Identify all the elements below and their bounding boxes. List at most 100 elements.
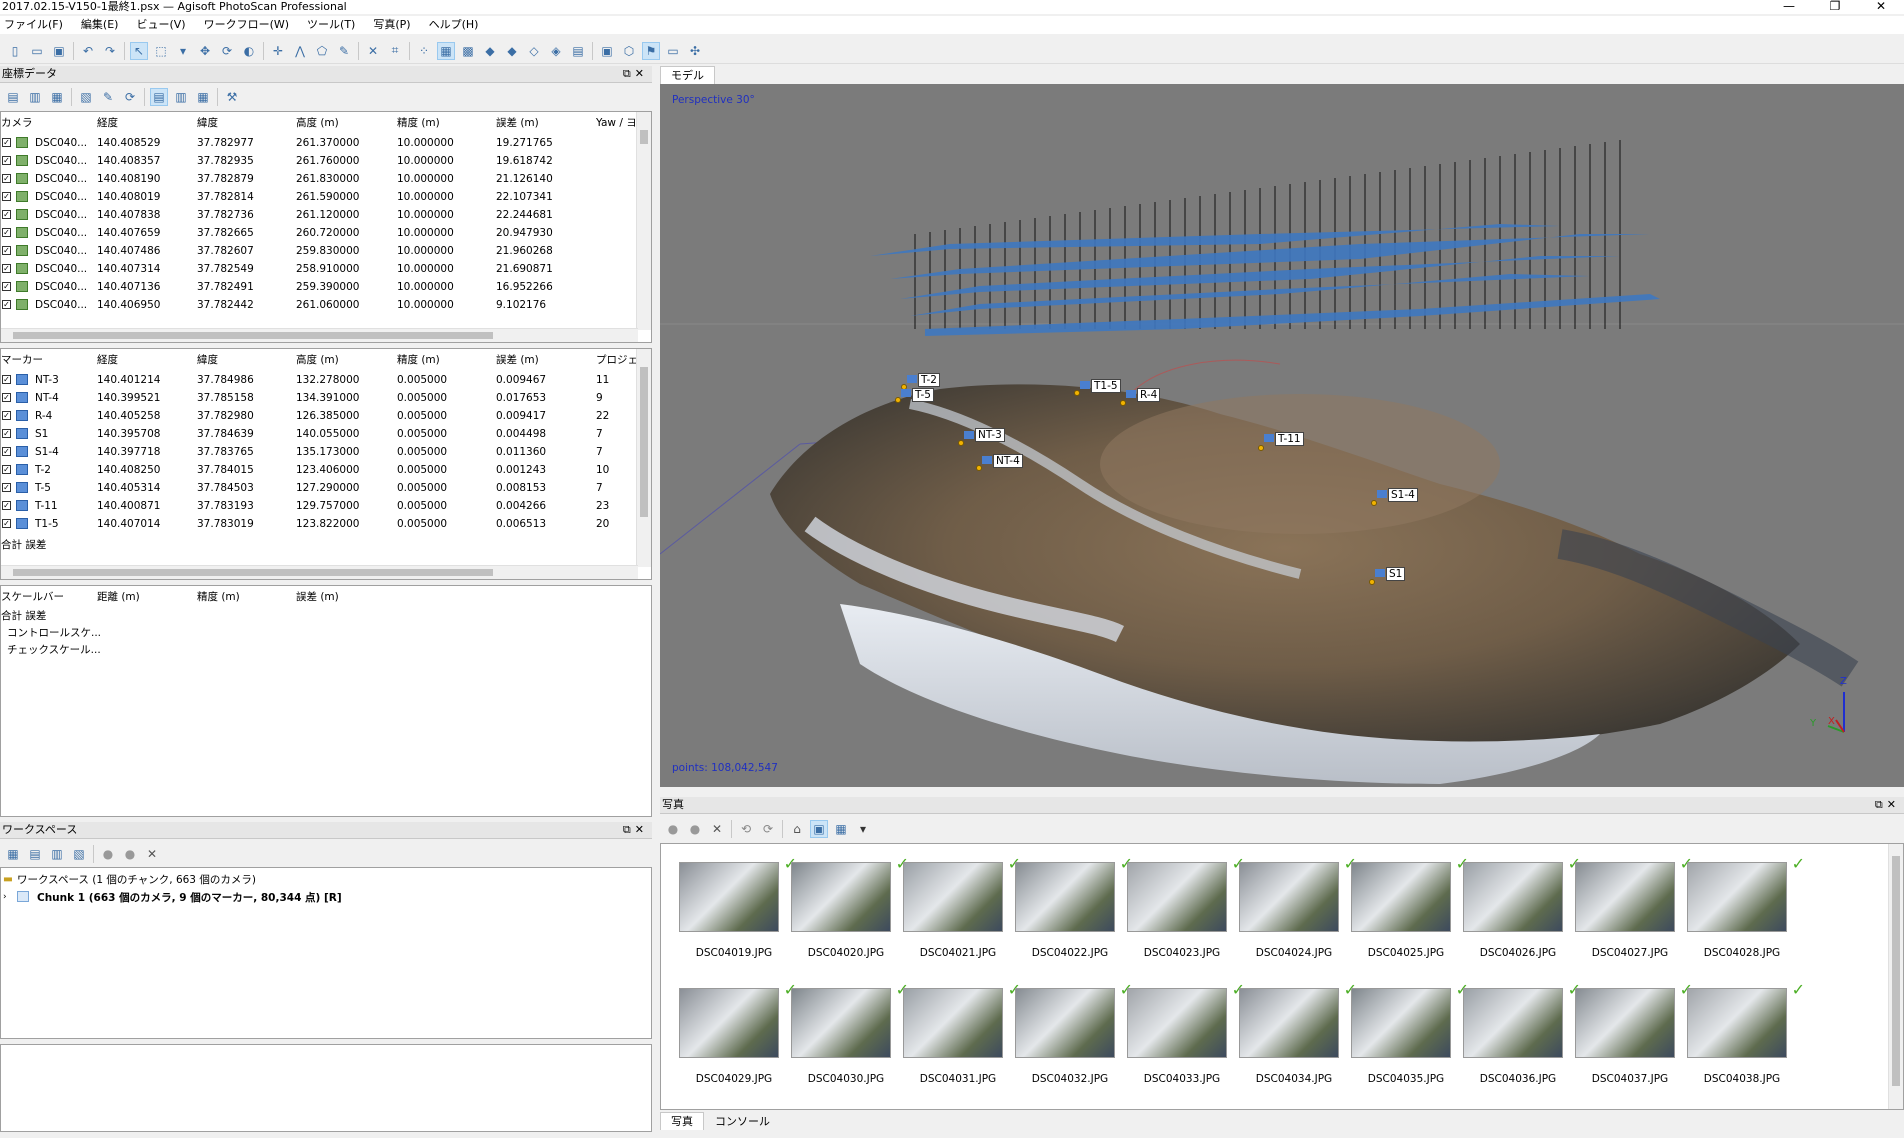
clear-icon[interactable]: ▦ — [48, 88, 66, 106]
marker-label[interactable]: R-4 — [1137, 388, 1161, 402]
dense-cloud-icon[interactable]: ▦ — [437, 41, 455, 60]
update-icon[interactable]: ⟳ — [121, 88, 139, 106]
photo-thumbnail[interactable]: ✓DSC04022.JPG — [1007, 854, 1133, 972]
camera-row[interactable]: ✓ DSC040... 140.407659 37.782665 260.720000 1… — [1, 224, 638, 242]
marker-row[interactable]: ✓ S1-4 140.397718 37.783765 135.173000 0.0050… — [1, 443, 638, 461]
export-icon[interactable]: ▥ — [26, 88, 44, 106]
scale-object-icon[interactable]: ◐ — [240, 42, 258, 60]
enable-icon[interactable]: ● — [99, 845, 117, 863]
tab-console[interactable]: コンソール — [704, 1112, 781, 1130]
menu-edit[interactable]: 編集(E) — [77, 16, 123, 34]
column-header[interactable]: 誤差 (m) — [496, 115, 539, 130]
marker-point[interactable] — [1258, 445, 1264, 451]
float-icon[interactable]: ⧉ — [1875, 798, 1887, 811]
marker-label[interactable]: T-5 — [912, 388, 934, 402]
marker-row[interactable]: ✓ NT-4 140.399521 37.785158 134.391000 0.0050… — [1, 389, 638, 407]
workspace-root-item[interactable]: ▬ ワークスペース (1 個のチャンク, 663 個のカメラ) — [1, 870, 641, 888]
enable-icon[interactable]: ● — [664, 820, 682, 838]
add-marker-icon[interactable]: ▧ — [70, 845, 88, 863]
panel-close-icon[interactable]: ✕ — [1887, 798, 1900, 811]
enable-checkbox[interactable]: ✓ — [2, 411, 11, 420]
column-header[interactable]: 精度 (m) — [197, 589, 240, 604]
photo-thumbnail[interactable]: ✓DSC04036.JPG — [1455, 980, 1581, 1098]
enable-checkbox[interactable]: ✓ — [2, 300, 11, 309]
model-textured-icon[interactable]: ◈ — [547, 42, 565, 60]
enable-checkbox[interactable]: ✓ — [2, 246, 11, 255]
dropdown-arrow-icon[interactable]: ▾ — [854, 820, 872, 838]
add-chunk-icon[interactable]: ▦ — [4, 845, 22, 863]
column-header[interactable]: スケールバー — [1, 589, 64, 604]
model-wireframe-icon[interactable]: ◇ — [525, 42, 543, 60]
column-header[interactable]: 精度 (m) — [397, 352, 440, 367]
enable-checkbox[interactable]: ✓ — [2, 429, 11, 438]
chunk-item[interactable]: › Chunk 1 (663 個のカメラ, 9 個のマーカー, 80,344 点… — [1, 888, 641, 906]
marker-icon[interactable]: ✛ — [269, 42, 287, 60]
marker-row[interactable]: ✓ S1 140.395708 37.784639 140.055000 0.005000… — [1, 425, 638, 443]
photo-thumbnail[interactable]: ✓DSC04035.JPG — [1343, 980, 1469, 1098]
disable-icon[interactable]: ● — [686, 820, 704, 838]
photo-thumbnail[interactable]: ✓DSC04024.JPG — [1231, 854, 1357, 972]
marker-label[interactable]: NT-3 — [975, 428, 1005, 442]
photo-thumbnail[interactable]: ✓DSC04021.JPG — [895, 854, 1021, 972]
horizontal-scrollbar[interactable] — [1, 565, 638, 579]
marker-label[interactable]: NT-4 — [993, 454, 1023, 468]
view-source-icon[interactable]: ▤ — [150, 88, 168, 106]
marker-row[interactable]: ✓ T1-5 140.407014 37.783019 123.822000 0.0050… — [1, 515, 638, 533]
horizontal-scrollbar[interactable] — [1, 328, 638, 342]
photo-thumbnail[interactable]: ✓DSC04037.JPG — [1567, 980, 1693, 1098]
minimize-button[interactable]: — — [1766, 0, 1812, 14]
model-shaded-icon[interactable]: ◆ — [481, 42, 499, 60]
photo-thumbnail[interactable]: ✓DSC04029.JPG — [671, 980, 797, 1098]
add-photos-icon[interactable]: ▤ — [26, 845, 44, 863]
photo-thumbnail[interactable]: ✓DSC04023.JPG — [1119, 854, 1245, 972]
enable-checkbox[interactable]: ✓ — [2, 465, 11, 474]
crop-icon[interactable]: ⌗ — [386, 42, 404, 60]
marker-row[interactable]: ✓ T-11 140.400871 37.783193 129.757000 0.0050… — [1, 497, 638, 515]
column-header[interactable]: 高度 (m) — [296, 352, 339, 367]
camera-row[interactable]: ✓ DSC040... 140.406950 37.782442 261.060000 1… — [1, 296, 638, 314]
marker-row[interactable]: ✓ NT-3 140.401214 37.784986 132.278000 0.0050… — [1, 371, 638, 389]
rectangle-selection-icon[interactable]: ⬚ — [152, 42, 170, 60]
control-scalebars-row[interactable]: コントロールスケ... — [1, 623, 641, 641]
column-header[interactable]: 距離 (m) — [97, 589, 140, 604]
marker-row[interactable]: ✓ T-5 140.405314 37.784503 127.290000 0.00500… — [1, 479, 638, 497]
rotate-right-icon[interactable]: ⟳ — [759, 820, 777, 838]
save-icon[interactable]: ▣ — [50, 42, 68, 60]
delete-selection-icon[interactable]: ✕ — [364, 42, 382, 60]
marker-point[interactable] — [1369, 579, 1375, 585]
optimize-icon[interactable]: ✎ — [99, 88, 117, 106]
expand-arrow-icon[interactable]: › — [3, 892, 7, 902]
photo-thumbnail[interactable]: ✓DSC04026.JPG — [1455, 854, 1581, 972]
marker-label[interactable]: T-11 — [1275, 432, 1304, 446]
photo-thumbnail[interactable]: ✓DSC04027.JPG — [1567, 854, 1693, 972]
rotate-left-icon[interactable]: ⟲ — [737, 820, 755, 838]
photo-thumbnail[interactable]: ✓DSC04019.JPG — [671, 854, 797, 972]
menu-workflow[interactable]: ワークフロー(W) — [200, 16, 293, 34]
column-header[interactable]: 精度 (m) — [397, 115, 440, 130]
dropdown-arrow-icon[interactable]: ▾ — [174, 42, 192, 60]
reset-view-icon[interactable]: ✣ — [686, 42, 704, 60]
draw-polygon-icon[interactable]: ⬠ — [313, 42, 331, 60]
column-header[interactable]: プロジェ — [596, 352, 638, 367]
view-estimated-icon[interactable]: ▥ — [172, 88, 190, 106]
model-solid-icon[interactable]: ◆ — [503, 42, 521, 60]
import-icon[interactable]: ▤ — [4, 88, 22, 106]
new-icon[interactable]: ▯ — [6, 42, 24, 60]
rotate-object-icon[interactable]: ⟳ — [218, 42, 236, 60]
show-cameras-icon[interactable]: ▣ — [598, 42, 616, 60]
column-header[interactable]: 経度 — [97, 115, 118, 130]
vertical-scrollbar[interactable] — [636, 112, 651, 330]
undo-icon[interactable]: ↶ — [79, 42, 97, 60]
enable-checkbox[interactable]: ✓ — [2, 393, 11, 402]
add-folder-icon[interactable]: ▥ — [48, 845, 66, 863]
enable-checkbox[interactable]: ✓ — [2, 264, 11, 273]
open-icon[interactable]: ▭ — [28, 42, 46, 60]
model-viewport[interactable]: Perspective 30° points: 108,042,547 T-2 … — [660, 84, 1904, 787]
column-header[interactable]: Yaw / ヨ — [596, 115, 637, 130]
enable-checkbox[interactable]: ✓ — [2, 282, 11, 291]
camera-row[interactable]: ✓ DSC040... 140.408019 37.782814 261.590000 1… — [1, 188, 638, 206]
vertical-scrollbar[interactable] — [636, 349, 651, 567]
camera-row[interactable]: ✓ DSC040... 140.408357 37.782935 261.760000 1… — [1, 152, 638, 170]
dense-cloud-classes-icon[interactable]: ▩ — [459, 42, 477, 60]
tab-model[interactable]: モデル — [660, 66, 715, 84]
